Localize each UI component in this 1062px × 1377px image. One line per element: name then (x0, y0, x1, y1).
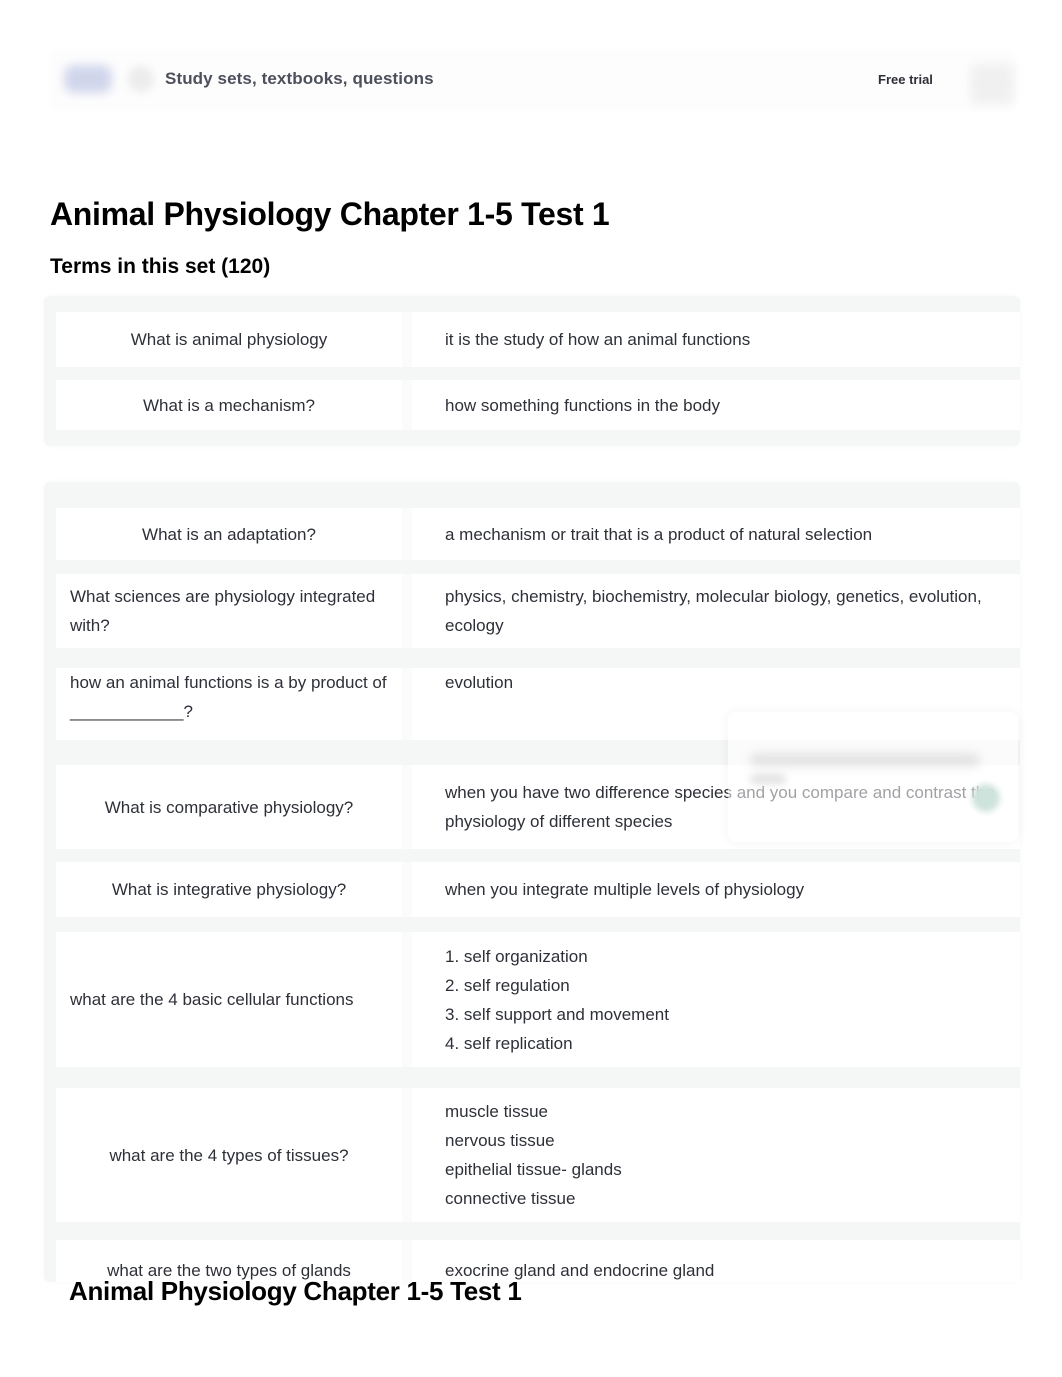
definition-line: epithelial tissue- glands (445, 1160, 622, 1179)
account-icon[interactable] (970, 64, 1014, 104)
top-header: Study sets, textbooks, questions Free tr… (52, 52, 1014, 108)
definition-line: 3. self support and movement (445, 1004, 669, 1024)
term-text: how an animal functions is a by product … (56, 668, 412, 740)
term-text: What is integrative physiology? (56, 862, 412, 917)
footer-title: Animal Physiology Chapter 1-5 Test 1 (69, 1276, 522, 1306)
term-row: What is an adaptation? a mechanism or tr… (56, 508, 1020, 560)
free-trial-button[interactable]: Free trial (878, 72, 933, 87)
term-row: what are the 4 types of tissues? muscle … (56, 1088, 1020, 1222)
term-text: what are the 4 basic cellular functions (56, 932, 412, 1067)
definition-line: 4. self replication (445, 1033, 573, 1053)
definition-line: nervous tissue (445, 1131, 555, 1150)
definition-text: exocrine gland and endocrine gland (445, 1261, 715, 1280)
definition-text: evolution (445, 673, 514, 692)
page-title: Animal Physiology Chapter 1-5 Test 1 (50, 196, 610, 232)
definition-text: how something functions in the body (445, 395, 721, 415)
term-row: how an animal functions is a by product … (56, 668, 1020, 740)
term-row: What is comparative physiology? when you… (56, 765, 1020, 849)
definition-line: 1. self organization (445, 946, 588, 966)
definition-text: a mechanism or trait that is a product o… (445, 524, 873, 544)
term-row: what are the 4 basic cellular functions … (56, 932, 1020, 1067)
term-text: What is animal physiology (56, 312, 412, 367)
term-row: What is animal physiology it is the stud… (56, 312, 1020, 367)
definition-text: it is the study of how an animal functio… (445, 330, 751, 349)
term-text: What is an adaptation? (56, 508, 412, 560)
definition-line: connective tissue (445, 1189, 576, 1208)
term-text: What is comparative physiology? (56, 765, 412, 849)
definition-text: when you integrate multiple levels of ph… (445, 880, 805, 899)
search-input[interactable]: Study sets, textbooks, questions (165, 69, 434, 89)
terms-card-group: What is animal physiology it is the stud… (44, 296, 1020, 446)
term-row: What is a mechanism? how something funct… (56, 380, 1020, 430)
term-text: what are the 4 types of tissues? (56, 1088, 412, 1222)
definition-text: when you have two difference species and… (445, 783, 995, 831)
definition-line: muscle tissue (445, 1102, 548, 1121)
terms-card-group: What is an adaptation? a mechanism or tr… (44, 482, 1020, 1285)
menu-icon[interactable] (128, 66, 154, 92)
term-text: What is a mechanism? (56, 380, 412, 430)
definition-line: 2. self regulation (445, 975, 570, 995)
definition-text: physics, chemistry, biochemistry, molecu… (445, 587, 982, 635)
term-row: What sciences are physiology integrated … (56, 574, 1020, 648)
term-row: What is integrative physiology? when you… (56, 862, 1020, 917)
term-text: What sciences are physiology integrated … (56, 574, 412, 648)
logo-icon[interactable] (64, 65, 112, 93)
terms-heading: Terms in this set (120) (50, 255, 271, 278)
